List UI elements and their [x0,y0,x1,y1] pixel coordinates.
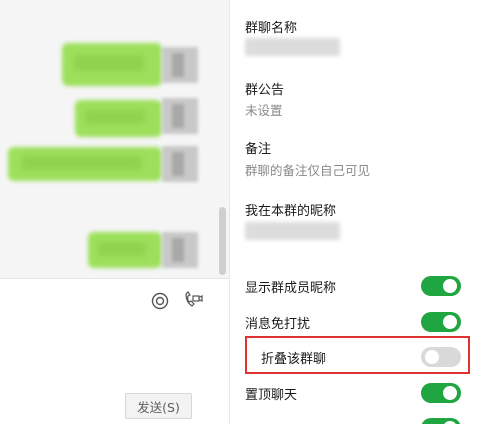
my-nickname-value[interactable] [245,222,340,240]
message-bubble[interactable] [62,43,162,86]
avatar[interactable] [162,98,198,134]
avatar[interactable] [162,232,198,268]
remark-title: 备注 [245,142,272,157]
remark-input[interactable]: 群聊的备注仅自己可见 [245,160,370,179]
pin-chat-toggle[interactable] [421,383,461,403]
announcement-title: 群公告 [245,83,285,98]
highlight-box [245,336,470,374]
next-toggle-partial[interactable] [421,418,461,424]
send-button[interactable]: 发送(S) [125,393,192,419]
avatar[interactable] [162,146,198,182]
message-bubble[interactable] [75,100,162,137]
message-bubble[interactable] [8,147,162,181]
video-call-icon[interactable] [183,291,203,311]
wechat-window: 发送(S) 群聊名称 群公告 未设置 备注 群聊的备注仅自己可见 我在本群的昵称… [0,0,477,424]
show-nicknames-toggle[interactable] [421,276,461,296]
message-bubble[interactable] [88,232,162,268]
group-name-title: 群聊名称 [245,21,298,36]
chat-message-area[interactable] [0,0,229,278]
toggle-label-show-nicknames: 显示群成员昵称 [245,281,337,296]
mute-notifications-toggle[interactable] [421,312,461,332]
chat-scrollbar[interactable] [219,207,226,275]
toggle-label-pin: 置顶聊天 [245,388,298,403]
avatar[interactable] [162,47,198,83]
target-icon[interactable] [150,291,170,311]
toggle-label-mute: 消息免打扰 [245,317,311,332]
group-name-value[interactable] [245,38,340,56]
my-nickname-title: 我在本群的昵称 [245,204,337,219]
announcement-value[interactable]: 未设置 [245,100,283,119]
